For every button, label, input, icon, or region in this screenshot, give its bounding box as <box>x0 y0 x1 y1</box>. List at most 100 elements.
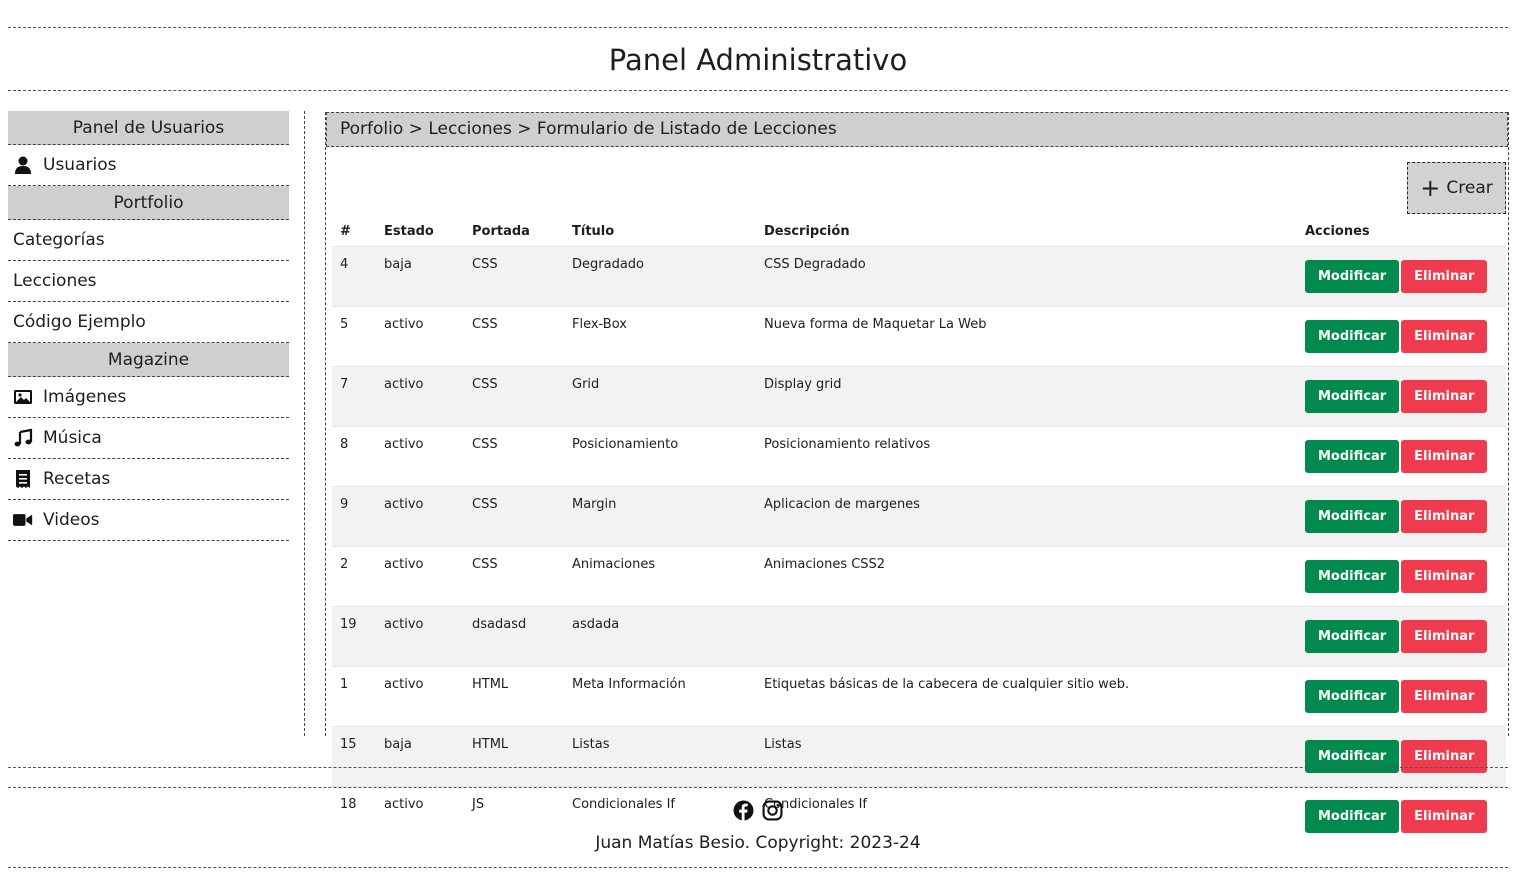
table-header-row: # Estado Portada Título Descripción Acci… <box>332 216 1506 247</box>
sidebar-item-categorias[interactable]: Categorías <box>8 220 289 261</box>
column-header-titulo: Título <box>572 223 615 239</box>
cell-descripcion: Etiquetas básicas de la cabecera de cual… <box>756 666 1297 727</box>
cell-id: 9 <box>332 486 376 547</box>
cell-acciones: Modificar Eliminar <box>1297 426 1506 487</box>
create-button-label: Crear <box>1446 178 1493 198</box>
header-top-divider <box>8 27 1508 28</box>
cell-portada: CSS <box>464 426 564 487</box>
cell-id: 4 <box>332 246 376 307</box>
sidebar-section-title-portfolio: Portfolio <box>8 186 289 220</box>
cell-estado: activo <box>376 366 464 427</box>
table-row: 8 activo CSS Posicionamiento Posicionamiento… <box>332 426 1506 487</box>
cell-estado: activo <box>376 306 464 367</box>
copyright-text: Juan Matías Besio. Copyright: 2023-24 <box>595 833 921 853</box>
table-row: 5 activo CSS Flex-Box Nueva forma de Maqueta… <box>332 306 1506 367</box>
cell-estado: activo <box>376 606 464 667</box>
delete-button[interactable]: Eliminar <box>1401 560 1488 593</box>
cell-descripcion: Posicionamiento relativos <box>756 426 1297 487</box>
cell-portada: CSS <box>464 546 564 607</box>
create-button[interactable]: + Crear <box>1407 162 1506 214</box>
cell-descripcion: Nueva forma de Maquetar La Web <box>756 306 1297 367</box>
footer-divider <box>8 787 1508 788</box>
cell-acciones: Modificar Eliminar <box>1297 606 1506 667</box>
cell-estado: activo <box>376 486 464 547</box>
table-row: 19 activo dsadasd asdada Modificar Eliminar <box>332 606 1506 667</box>
column-header-descripcion: Descripción <box>764 223 850 239</box>
delete-button[interactable]: Eliminar <box>1401 680 1488 713</box>
page-title: Panel Administrativo <box>608 43 908 77</box>
sidebar-divider <box>304 111 305 736</box>
modify-button[interactable]: Modificar <box>1305 440 1400 473</box>
video-icon <box>13 510 35 530</box>
sidebar-item-codigo-ejemplo[interactable]: Código Ejemplo <box>8 302 289 343</box>
cell-portada: CSS <box>464 486 564 547</box>
column-header-estado: Estado <box>384 223 434 239</box>
modify-button[interactable]: Modificar <box>1305 680 1400 713</box>
table-row: 9 activo CSS Margin Aplicacion de margenes Mo… <box>332 486 1506 547</box>
sidebar-item-usuarios[interactable]: Usuarios <box>8 145 289 186</box>
cell-id: 8 <box>332 426 376 487</box>
delete-button[interactable]: Eliminar <box>1401 260 1488 293</box>
delete-button[interactable]: Eliminar <box>1401 320 1488 353</box>
sidebar-item-recetas[interactable]: Recetas <box>8 459 289 500</box>
cell-descripcion <box>756 606 1297 667</box>
receipt-icon <box>13 469 35 489</box>
delete-button[interactable]: Eliminar <box>1401 500 1488 533</box>
sidebar-item-label: Lecciones <box>13 271 97 291</box>
table-row: 4 baja CSS Degradado CSS Degradado Modificar E… <box>332 246 1506 307</box>
sidebar-item-label: Recetas <box>43 469 111 489</box>
cell-id: 5 <box>332 306 376 367</box>
modify-button[interactable]: Modificar <box>1305 260 1400 293</box>
sidebar-item-lecciones[interactable]: Lecciones <box>8 261 289 302</box>
cell-titulo: Degradado <box>564 246 756 307</box>
cell-descripcion: Display grid <box>756 366 1297 427</box>
sidebar-item-label: Música <box>43 428 102 448</box>
modify-button[interactable]: Modificar <box>1305 560 1400 593</box>
cell-acciones: Modificar Eliminar <box>1297 306 1506 367</box>
modify-button[interactable]: Modificar <box>1305 740 1400 773</box>
cell-estado: activo <box>376 426 464 487</box>
sidebar-section-title-magazine: Magazine <box>8 343 289 377</box>
cell-estado: baja <box>376 726 464 787</box>
column-header-acciones: Acciones <box>1305 223 1370 239</box>
modify-button[interactable]: Modificar <box>1305 500 1400 533</box>
cell-titulo: Flex-Box <box>564 306 756 367</box>
cell-acciones: Modificar Eliminar <box>1297 366 1506 427</box>
cell-acciones: Modificar Eliminar <box>1297 726 1506 787</box>
facebook-icon[interactable] <box>732 800 754 822</box>
sidebar-item-imagenes[interactable]: Imágenes <box>8 377 289 418</box>
cell-portada: CSS <box>464 306 564 367</box>
music-icon <box>13 428 35 448</box>
cell-estado: activo <box>376 546 464 607</box>
delete-button[interactable]: Eliminar <box>1401 440 1488 473</box>
cell-estado: activo <box>376 666 464 727</box>
breadcrumb: Porfolio > Lecciones > Formulario de Lis… <box>326 112 1508 147</box>
sidebar-item-musica[interactable]: Música <box>8 418 289 459</box>
instagram-icon[interactable] <box>762 800 784 822</box>
cell-portada: HTML <box>464 666 564 727</box>
delete-button[interactable]: Eliminar <box>1401 740 1488 773</box>
sidebar-item-videos[interactable]: Videos <box>8 500 289 541</box>
cell-acciones: Modificar Eliminar <box>1297 246 1506 307</box>
cell-descripcion: Animaciones CSS2 <box>756 546 1297 607</box>
modify-button[interactable]: Modificar <box>1305 380 1400 413</box>
sidebar-item-label: Videos <box>43 510 100 530</box>
modify-button[interactable]: Modificar <box>1305 620 1400 653</box>
column-header-portada: Portada <box>472 223 530 239</box>
modify-button[interactable]: Modificar <box>1305 320 1400 353</box>
table-row: 2 activo CSS Animaciones Animaciones CSS2 Mod… <box>332 546 1506 607</box>
cell-titulo: Posicionamiento <box>564 426 756 487</box>
image-icon <box>13 387 35 407</box>
cell-id: 2 <box>332 546 376 607</box>
sidebar-item-label: Usuarios <box>43 155 117 175</box>
delete-button[interactable]: Eliminar <box>1401 380 1488 413</box>
cell-portada: CSS <box>464 246 564 307</box>
cell-titulo: Grid <box>564 366 756 427</box>
delete-button[interactable]: Eliminar <box>1401 620 1488 653</box>
cell-id: 1 <box>332 666 376 727</box>
cell-descripcion: Aplicacion de margenes <box>756 486 1297 547</box>
cell-estado: baja <box>376 246 464 307</box>
sidebar-item-label: Imágenes <box>43 387 127 407</box>
cell-portada: HTML <box>464 726 564 787</box>
footer-top-divider <box>8 767 1508 768</box>
